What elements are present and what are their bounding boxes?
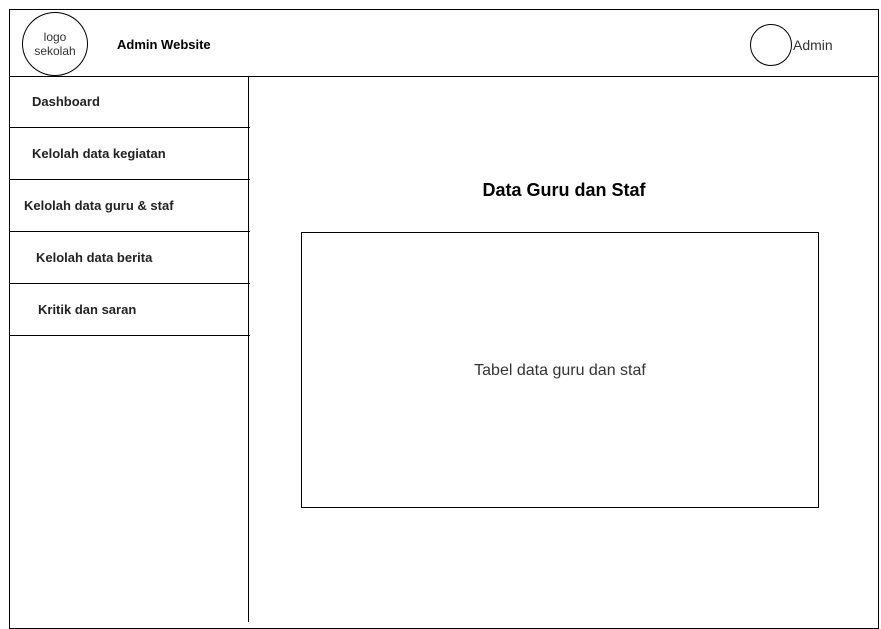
site-title: Admin Website: [117, 37, 211, 52]
admin-user-label[interactable]: Admin: [793, 37, 833, 53]
sidebar-item-label: Dashboard: [32, 94, 100, 109]
top-header: logo sekolah Admin Website Admin: [9, 9, 879, 77]
school-logo: logo sekolah: [22, 12, 88, 76]
sidebar-item-kritik-saran[interactable]: Kritik dan saran: [10, 284, 250, 336]
sidebar-item-label: Kelolah data kegiatan: [32, 146, 166, 161]
page-title: Data Guru dan Staf: [482, 180, 646, 200]
teacher-staff-table[interactable]: Tabel data guru dan staf: [301, 232, 819, 508]
admin-avatar[interactable]: [750, 24, 792, 66]
sidebar-item-kelolah-berita[interactable]: Kelolah data berita: [10, 232, 250, 284]
logo-text-line2: sekolah: [34, 44, 76, 58]
sidebar-item-dashboard[interactable]: Dashboard: [10, 76, 250, 128]
logo-text-line1: logo: [43, 30, 67, 44]
sidebar-item-label: Kelolah data guru & staf: [24, 198, 174, 213]
sidebar-item-label: Kritik dan saran: [38, 302, 137, 317]
sidebar-item-kelolah-kegiatan[interactable]: Kelolah data kegiatan: [10, 128, 250, 180]
sidebar-item-kelolah-guru-staf[interactable]: Kelolah data guru & staf: [10, 180, 250, 232]
sidebar-item-label: Kelolah data berita: [36, 250, 153, 265]
sidebar: Dashboard Kelolah data kegiatan Kelolah …: [9, 76, 250, 622]
table-placeholder-text: Tabel data guru dan staf: [474, 362, 646, 379]
